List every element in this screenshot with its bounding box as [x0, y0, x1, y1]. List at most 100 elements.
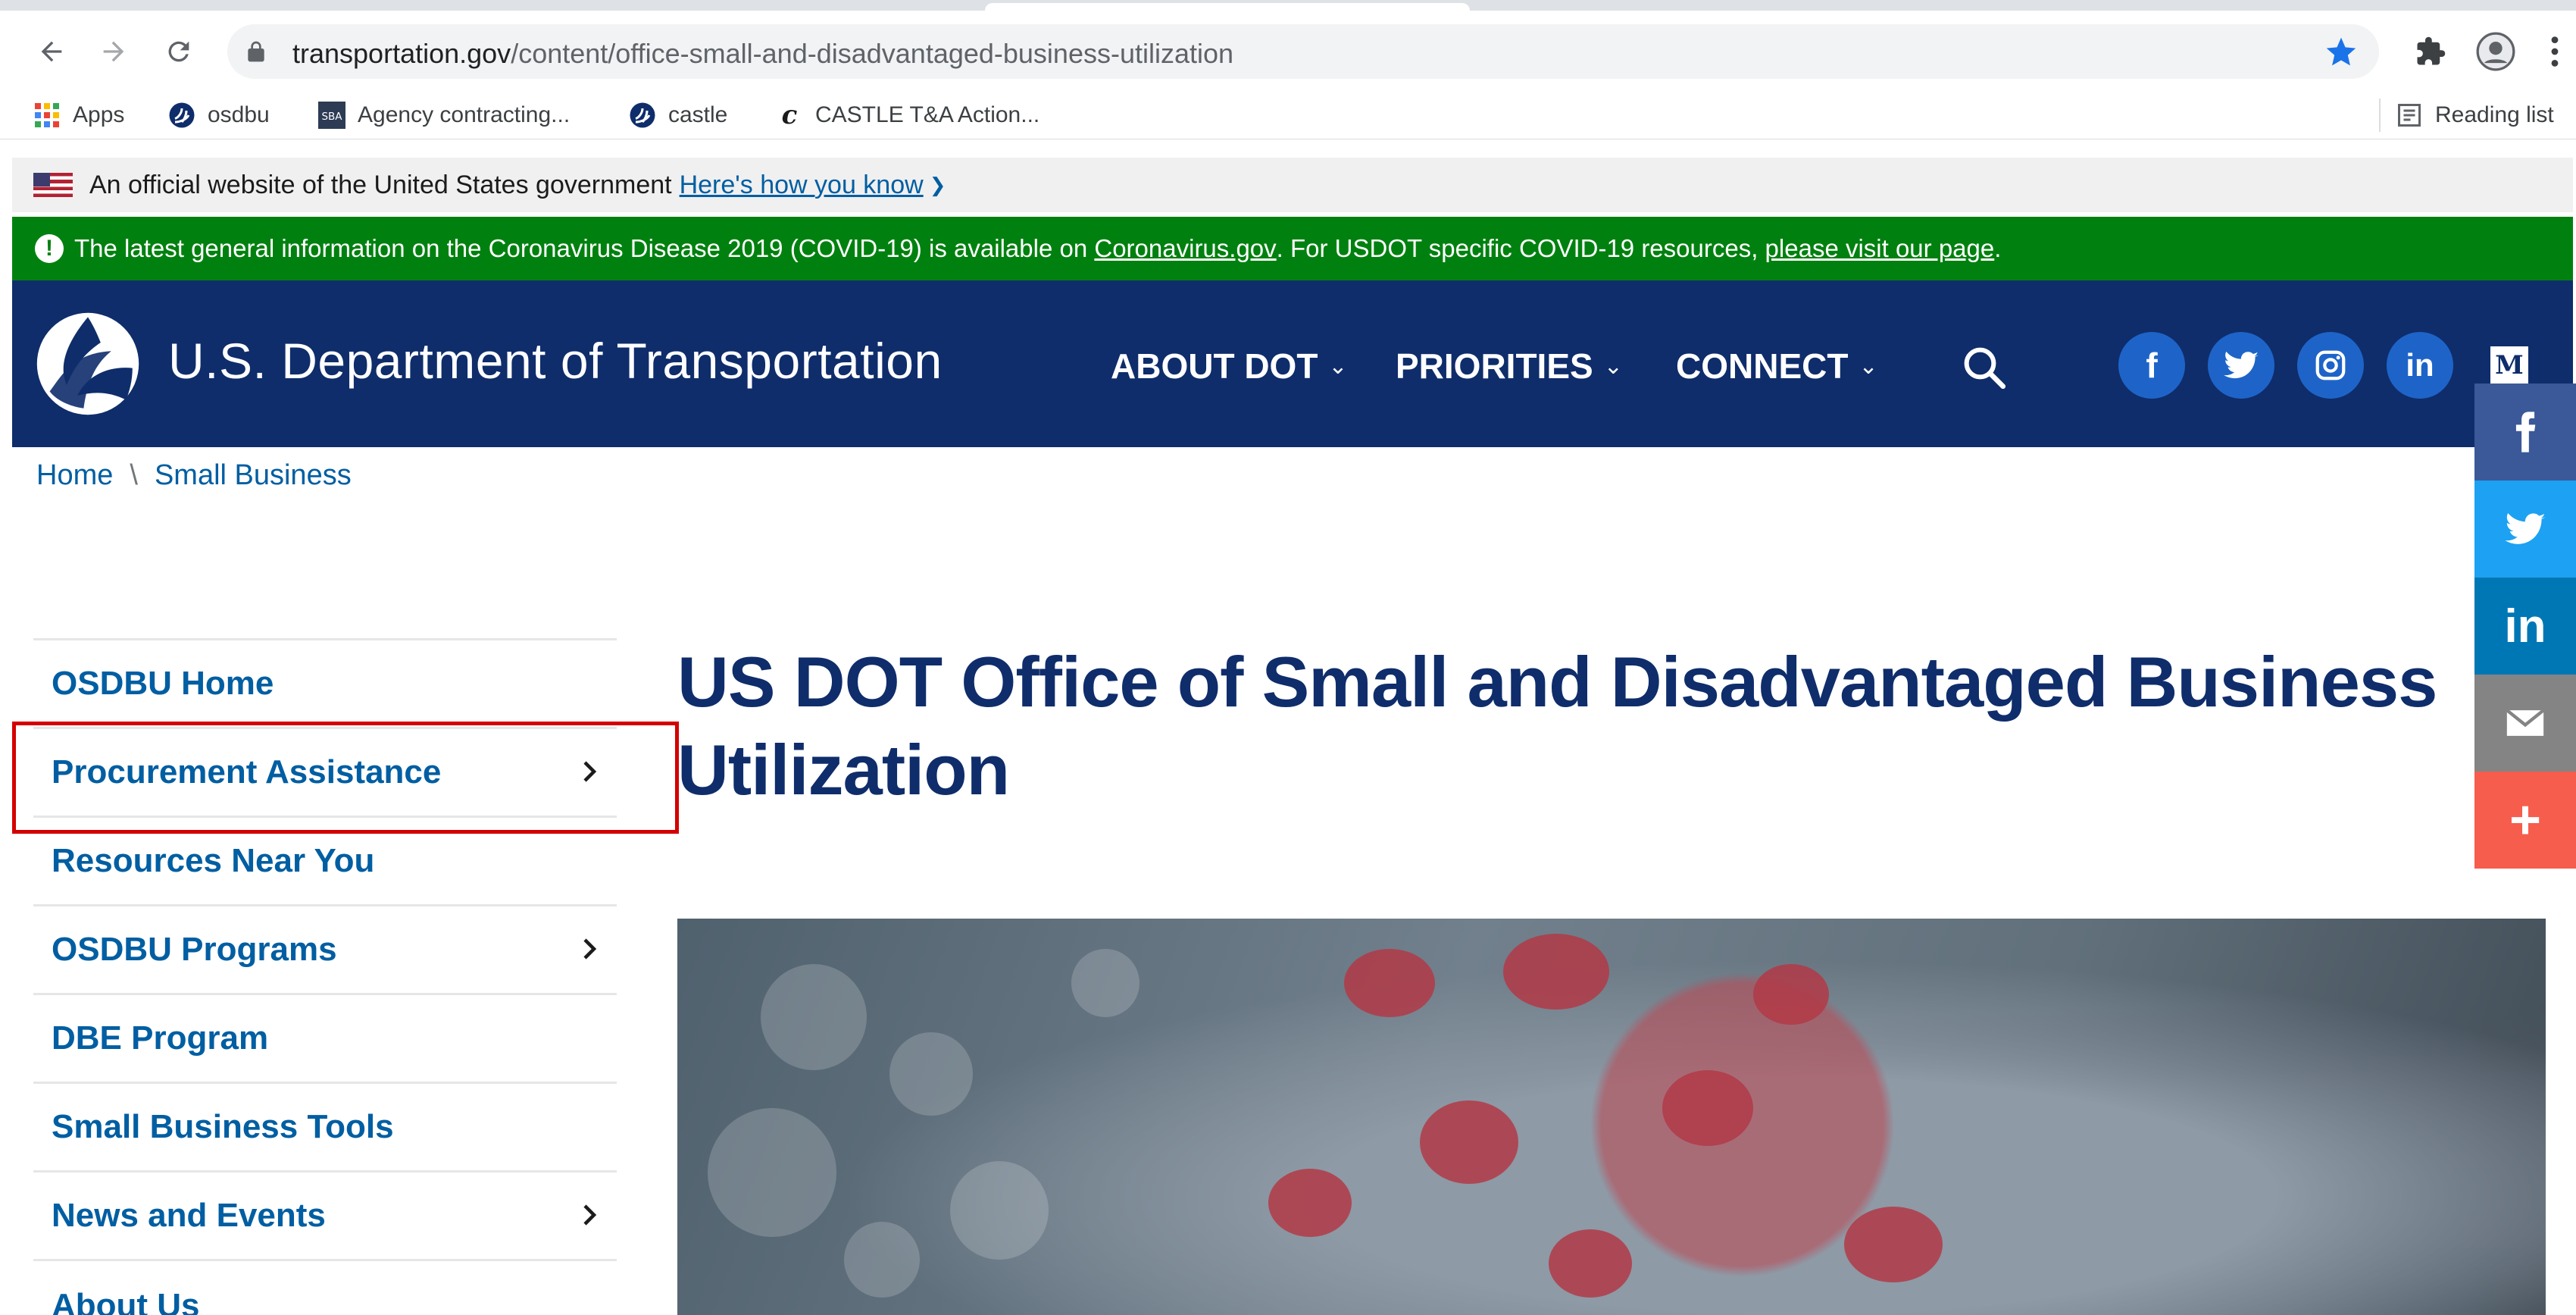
official-gov-banner: An official website of the United States… — [12, 158, 2573, 212]
covid-alert-bar: ! The latest general information on the … — [12, 217, 2573, 280]
site-name[interactable]: U.S. Department of Transportation — [168, 332, 943, 390]
page-title: US DOT Office of Small and Disadvantaged… — [677, 642, 2437, 809]
nav-priorities[interactable]: PRIORITIES ⌄ — [1396, 346, 1623, 387]
breadcrumb: Home \ Small Business — [36, 459, 352, 492]
bookmark-label: castle — [668, 102, 728, 127]
arrow-left-icon — [41, 41, 62, 62]
bookmark-label: CASTLE T&A Action... — [815, 102, 1040, 127]
linkedin-glyph: in — [2406, 347, 2434, 383]
bookmark-castle[interactable]: castle — [629, 99, 727, 132]
bookmark-apps[interactable]: Apps — [33, 99, 124, 132]
url-path: /content/office-small-and-disadvantaged-… — [511, 38, 1234, 69]
instagram-icon[interactable] — [2297, 332, 2364, 399]
coronavirus-gov-link[interactable]: Coronavirus.gov — [1094, 234, 1276, 263]
virus-spike — [1503, 934, 1609, 1010]
url-host: transportation.gov — [292, 38, 511, 69]
bokeh-light — [1071, 949, 1140, 1017]
chevron-right-icon[interactable] — [576, 935, 603, 963]
hero-image — [677, 919, 2546, 1315]
dot-logo-icon[interactable] — [35, 311, 141, 417]
bookmark-label: Agency contracting... — [358, 102, 571, 127]
sidenav-item-small-business-tools[interactable]: Small Business Tools — [33, 1084, 617, 1173]
twitter-bird-icon — [2224, 351, 2259, 379]
extensions-button[interactable] — [2411, 32, 2450, 71]
chevron-down-icon[interactable]: ❯ — [930, 174, 946, 197]
dot-logo-icon — [168, 102, 195, 129]
virus-spike — [1344, 949, 1435, 1017]
address-bar[interactable]: transportation.gov/content/office-small-… — [227, 24, 2379, 79]
profile-avatar[interactable] — [2476, 32, 2515, 71]
medium-glyph: M — [2490, 346, 2528, 384]
nav-label: ABOUT DOT — [1111, 346, 1318, 386]
virus-spike — [1549, 1229, 1632, 1298]
nav-label: CONNECT — [1676, 346, 1849, 386]
bookmark-osdbu[interactable]: osdbu — [168, 99, 270, 132]
alert-text-3: . — [1994, 234, 2002, 262]
facebook-glyph: f — [2146, 346, 2158, 385]
reading-list-button[interactable]: Reading list — [2379, 99, 2554, 132]
sidenav-item-osdbu-home[interactable]: OSDBU Home — [33, 640, 617, 729]
chevron-right-icon[interactable] — [576, 1201, 603, 1229]
breadcrumb-home[interactable]: Home — [36, 459, 113, 492]
nav-connect[interactable]: CONNECT ⌄ — [1676, 346, 1878, 387]
bookmark-star-icon[interactable] — [2324, 35, 2358, 68]
search-icon[interactable] — [1959, 343, 2009, 393]
plus-icon: + — [2509, 790, 2542, 850]
bokeh-light — [889, 1032, 973, 1116]
bookmark-label: Apps — [73, 102, 125, 127]
bookmark-agency-contracting[interactable]: SBA Agency contracting... — [318, 99, 570, 132]
bookmarks-bar: Apps osdbu SBA Agency contracting... cas… — [0, 91, 2576, 139]
share-facebook-button[interactable] — [2474, 384, 2576, 481]
envelope-icon — [2506, 709, 2545, 736]
breadcrumb-small-business[interactable]: Small Business — [155, 459, 352, 492]
active-tab-edge[interactable] — [985, 3, 1470, 11]
virus-spike — [1420, 1101, 1518, 1184]
visit-our-page-link[interactable]: please visit our page — [1765, 234, 1995, 263]
url-text[interactable]: transportation.gov/content/office-small-… — [292, 38, 1233, 70]
sidenav-item-dbe-program[interactable]: DBE Program — [33, 995, 617, 1084]
bookmark-castle-ta[interactable]: c CASTLE T&A Action... — [776, 99, 1040, 132]
twitter-icon[interactable] — [2208, 332, 2274, 399]
reload-icon — [168, 41, 189, 62]
nav-label: PRIORITIES — [1396, 346, 1593, 386]
sidenav-item-about-us[interactable]: About Us — [33, 1261, 617, 1315]
forward-button[interactable] — [92, 30, 135, 73]
annotation-highlight-box — [12, 722, 679, 834]
browser-menu-button[interactable] — [2540, 32, 2570, 71]
arrow-right-icon — [103, 41, 124, 62]
sidenav-item-osdbu-programs[interactable]: OSDBU Programs — [33, 906, 617, 995]
browser-toolbar: transportation.gov/content/office-small-… — [0, 11, 2576, 91]
heres-how-you-know-link[interactable]: Here's how you know — [680, 171, 924, 200]
back-button[interactable] — [30, 30, 73, 73]
svg-text:SBA: SBA — [321, 111, 342, 123]
site-header: U.S. Department of Transportation ABOUT … — [12, 280, 2573, 447]
sidenav-item-label: DBE Program — [52, 1019, 269, 1057]
sidenav-item-label: Resources Near You — [52, 842, 375, 879]
share-linkedin-button[interactable]: in — [2474, 578, 2576, 675]
sidenav-item-label: OSDBU Programs — [52, 931, 337, 968]
share-email-button[interactable] — [2474, 675, 2576, 772]
reload-button[interactable] — [158, 30, 200, 73]
puzzle-icon — [2417, 36, 2446, 65]
share-more-button[interactable]: + — [2474, 772, 2576, 869]
linkedin-icon: in — [2504, 600, 2546, 653]
virus-spike — [1662, 1070, 1753, 1146]
reading-list-label: Reading list — [2435, 102, 2554, 127]
sidenav-item-label: Small Business Tools — [52, 1108, 394, 1145]
chevron-down-icon: ⌄ — [1328, 353, 1348, 379]
chevron-down-icon: ⌄ — [1603, 353, 1623, 379]
virus-spike — [1844, 1207, 1943, 1282]
sba-icon: SBA — [318, 102, 345, 129]
linkedin-icon[interactable]: in — [2387, 332, 2453, 399]
sidenav-item-label: News and Events — [52, 1197, 326, 1234]
virus-spike — [1753, 964, 1829, 1025]
bokeh-light — [761, 964, 867, 1070]
chevron-down-icon: ⌄ — [1859, 353, 1878, 379]
sidenav-item-news-and-events[interactable]: News and Events — [33, 1173, 617, 1261]
avatar-icon — [2476, 32, 2515, 71]
share-twitter-button[interactable] — [2474, 481, 2576, 578]
alert-text-1: The latest general information on the Co… — [74, 234, 1088, 262]
facebook-icon[interactable]: f — [2118, 332, 2185, 399]
castle-c-icon: c — [781, 100, 798, 130]
nav-about-dot[interactable]: ABOUT DOT ⌄ — [1111, 346, 1348, 387]
